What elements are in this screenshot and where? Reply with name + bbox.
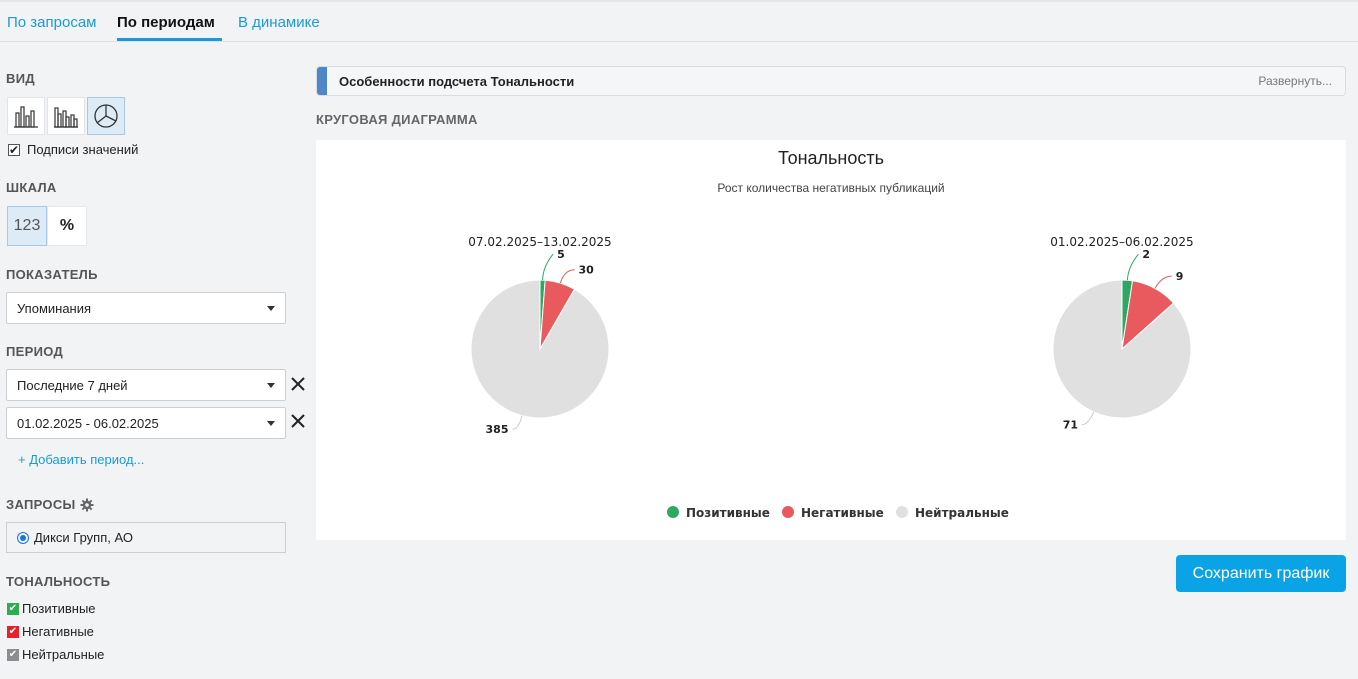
tonality-negative-checkbox[interactable]: ✔ Негативные [7, 624, 94, 639]
queries-title-text: ЗАПРОСЫ [6, 497, 76, 512]
queries-section-title: ЗАПРОСЫ [6, 497, 94, 512]
pie-data-label: 9 [1176, 270, 1184, 283]
pie-connector [542, 253, 554, 281]
legend-marker [782, 506, 794, 518]
query-item-label: Дикси Групп, АО [34, 530, 133, 545]
bar-chart-icon [14, 106, 38, 128]
tonality-positive-checkbox[interactable]: ✔ Позитивные [7, 601, 96, 616]
pie-connector [559, 269, 575, 284]
period-select-2[interactable]: 01.02.2025 - 06.02.2025 [6, 407, 286, 439]
scale-absolute-button[interactable]: 123 [7, 206, 47, 246]
gear-icon[interactable] [80, 498, 94, 512]
chevron-down-icon [267, 383, 275, 388]
pie-data-label: 71 [1063, 419, 1078, 432]
scale-section-title: ШКАЛА [6, 180, 57, 195]
checkbox-checked-icon[interactable]: ✔ [7, 625, 19, 638]
value-labels-checkbox[interactable]: ✔ Подписи значений [8, 142, 138, 157]
checkbox-icon[interactable]: ✔ [8, 143, 20, 156]
legend-label: Негативные [801, 506, 884, 520]
tonality-neutral-label: Нейтральные [22, 647, 105, 662]
tonality-section-title: ТОНАЛЬНОСТЬ [6, 574, 111, 589]
view-section-title: ВИД [6, 71, 35, 86]
grouped-bar-chart-button[interactable] [47, 97, 85, 135]
value-labels-label: Подписи значений [27, 142, 139, 157]
pie-chart-icon [94, 104, 118, 128]
pie-series-label: 01.02.2025–06.02.2025 [1050, 235, 1193, 249]
tab-dynamics[interactable]: В динамике [238, 14, 320, 31]
pie-connector [1126, 253, 1139, 281]
pie-slice [470, 279, 610, 419]
tonality-negative-label: Негативные [22, 624, 94, 639]
chevron-down-icon [267, 306, 275, 311]
pie-series-label: 07.02.2025–13.02.2025 [468, 235, 611, 249]
indicator-select-value: Упоминания [17, 300, 92, 316]
info-bar[interactable]: Особенности подсчета Тональности Разверн… [316, 66, 1346, 96]
tonality-positive-label: Позитивные [22, 601, 96, 616]
active-tab-indicator [117, 38, 222, 41]
tonality-neutral-checkbox[interactable]: ✔ Нейтральные [7, 647, 104, 662]
indicator-section-title: ПОКАЗАТЕЛЬ [6, 267, 98, 282]
pie-connector [1154, 275, 1172, 289]
remove-period-2-icon[interactable] [289, 412, 307, 430]
query-item[interactable]: Дикси Групп, АО [6, 522, 286, 553]
checkbox-checked-icon[interactable]: ✔ [7, 602, 19, 615]
legend-marker [667, 506, 679, 518]
scale-percent-button[interactable]: % [47, 206, 87, 246]
chart-area: Тональность Рост количества негативных п… [316, 140, 1346, 540]
period-select-1[interactable]: Последние 7 дней [6, 369, 286, 401]
info-bar-title: Особенности подсчета Тональности [339, 74, 575, 89]
add-period-link[interactable]: + Добавить период... [18, 452, 144, 467]
pie-connector [1081, 411, 1095, 426]
remove-period-1-icon[interactable] [289, 375, 307, 393]
chart-type-label: КРУГОВАЯ ДИАГРАММА [316, 112, 478, 127]
legend-marker [896, 506, 908, 518]
tab-by-queries[interactable]: По запросам [7, 14, 96, 31]
legend-label: Нейтральные [915, 506, 1009, 520]
pie-data-label: 2 [1142, 248, 1150, 261]
legend-label: Позитивные [686, 506, 770, 520]
expand-link[interactable]: Развернуть... [1258, 74, 1332, 88]
radio-selected-icon[interactable] [17, 531, 29, 544]
bar-chart-button[interactable] [7, 97, 45, 135]
tab-by-periods[interactable]: По периодам [117, 14, 215, 31]
period-select-2-value: 01.02.2025 - 06.02.2025 [17, 415, 159, 431]
pie-data-label: 385 [486, 423, 509, 436]
pie-connector [512, 415, 523, 430]
chevron-down-icon [267, 421, 275, 426]
checkbox-checked-icon[interactable]: ✔ [7, 648, 19, 661]
period-select-1-value: Последние 7 дней [17, 377, 128, 393]
info-bar-accent [317, 67, 327, 95]
grouped-bar-chart-icon [54, 107, 78, 128]
indicator-select[interactable]: Упоминания [6, 292, 286, 324]
pie-data-label: 5 [557, 248, 565, 261]
pie-charts-svg: 07.02.2025–13.02.20255 30 385 01.02.2025–06… [468, 235, 1193, 520]
period-section-title: ПЕРИОД [6, 344, 64, 359]
tab-bar: По запросам По периодам В динамике [0, 2, 1358, 42]
save-chart-button[interactable]: Сохранить график [1176, 555, 1346, 592]
pie-data-label: 30 [579, 264, 595, 277]
pie-chart-button[interactable] [87, 97, 125, 135]
